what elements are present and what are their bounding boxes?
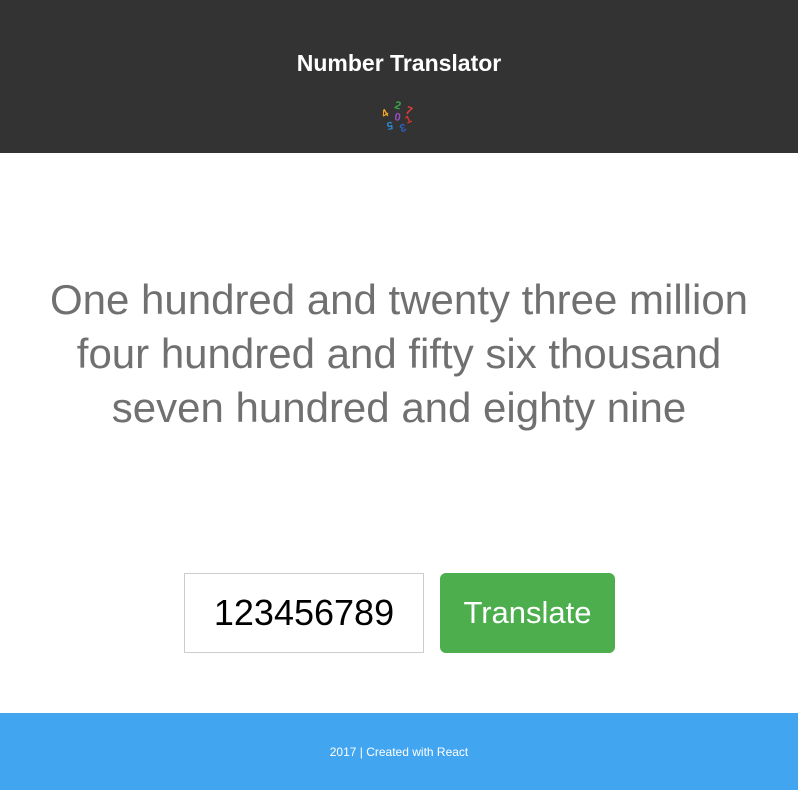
- app-header: Number Translator 2 7 4 0 1 5 3: [0, 0, 798, 153]
- app-footer: 2017 | Created with React: [0, 713, 798, 790]
- translate-button[interactable]: Translate: [440, 573, 615, 653]
- number-input[interactable]: [184, 573, 424, 653]
- footer-text: 2017 | Created with React: [329, 745, 469, 759]
- colorful-numbers-logo-icon: 2 7 4 0 1 5 3: [380, 99, 414, 133]
- main-content: One hundred and twenty three million fou…: [0, 153, 798, 713]
- svg-text:4: 4: [380, 107, 392, 121]
- svg-text:5: 5: [386, 119, 394, 132]
- app-title: Number Translator: [296, 50, 502, 76]
- translation-output: One hundred and twenty three million fou…: [49, 276, 749, 431]
- svg-text:2: 2: [393, 99, 402, 112]
